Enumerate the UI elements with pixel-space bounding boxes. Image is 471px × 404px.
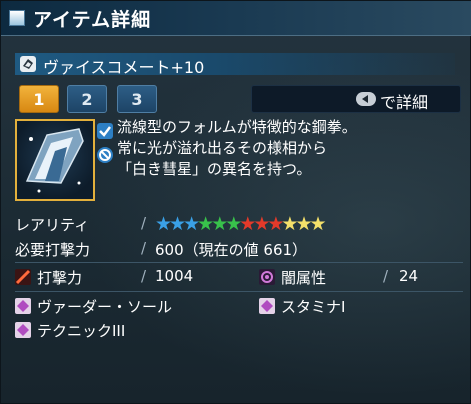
rarity-star-icon: ★ (155, 213, 172, 235)
separator: / (141, 267, 147, 285)
rarity-star-icon: ★ (211, 213, 228, 235)
description-line: 常に光が溢れ出るその様相から (117, 139, 328, 157)
rarity-star-icon: ★ (197, 213, 214, 235)
prohibited-icon (97, 147, 113, 163)
separator: / (141, 239, 147, 257)
affix-3: テクニックIII (37, 322, 126, 340)
description-line: 「白き彗星」の異名を持つ。 (117, 160, 312, 178)
rarity-star-icon: ★ (295, 213, 312, 235)
tab-1[interactable]: 1 (19, 85, 59, 113)
affix-2: スタミナI (281, 298, 346, 316)
dark-element-icon (259, 269, 275, 285)
tab-3[interactable]: 3 (117, 85, 157, 113)
divider (15, 291, 463, 292)
affix-icon (15, 298, 31, 314)
attack-icon (15, 269, 31, 285)
rarity-star-icon: ★ (281, 213, 298, 235)
item-name-bar: ヴァイスコメート+10 (15, 53, 455, 77)
attack-label: 打撃力 (37, 269, 83, 287)
rarity-stars: ★★★★★★★★★★★★ (155, 213, 327, 235)
divider (15, 262, 463, 263)
knuckle-weapon-icon (20, 56, 36, 72)
rarity-star-icon: ★ (267, 213, 284, 235)
left-key-icon (356, 92, 376, 106)
rarity-label: レアリティ (15, 216, 90, 234)
element-label: 闇属性 (281, 269, 327, 287)
attack-value: 1004 (155, 267, 194, 285)
affix-icon (259, 298, 275, 314)
rarity-star-icon: ★ (225, 213, 242, 235)
item-detail-window: アイテム詳細 ヴァイスコメート+10 1 2 3 で詳細 流線型のフォルムが特徴… (0, 0, 471, 404)
rarity-star-icon: ★ (169, 213, 186, 235)
detail-button[interactable]: で詳細 (251, 85, 461, 113)
element-value: 24 (399, 267, 419, 285)
separator: / (141, 214, 147, 232)
title-bullet-icon (9, 10, 25, 26)
item-name: ヴァイスコメート+10 (43, 58, 205, 77)
rarity-star-icon: ★ (183, 213, 200, 235)
weapon-icon (25, 128, 84, 193)
requirement-label: 必要打撃力 (15, 241, 91, 259)
separator: / (383, 267, 389, 285)
title-bar: アイテム詳細 (1, 1, 471, 36)
requirement-value: 600（現在の値 661） (155, 241, 308, 259)
description-line: 流線型のフォルムが特徴的な鋼拳。 (117, 118, 357, 136)
affix-icon (15, 322, 31, 338)
tab-2[interactable]: 2 (67, 85, 107, 113)
rarity-star-icon: ★ (309, 213, 327, 235)
rarity-star-icon: ★ (253, 213, 270, 235)
check-icon (97, 123, 113, 139)
rarity-star-icon: ★ (239, 213, 256, 235)
window-title: アイテム詳細 (33, 9, 152, 31)
affix-1: ヴァーダー・ソール (37, 298, 173, 316)
weapon-image (15, 119, 95, 201)
item-description: 流線型のフォルムが特徴的な鋼拳。 常に光が溢れ出るその様相から 「白き彗星」の異… (117, 117, 462, 180)
detail-button-label: で詳細 (380, 93, 429, 112)
